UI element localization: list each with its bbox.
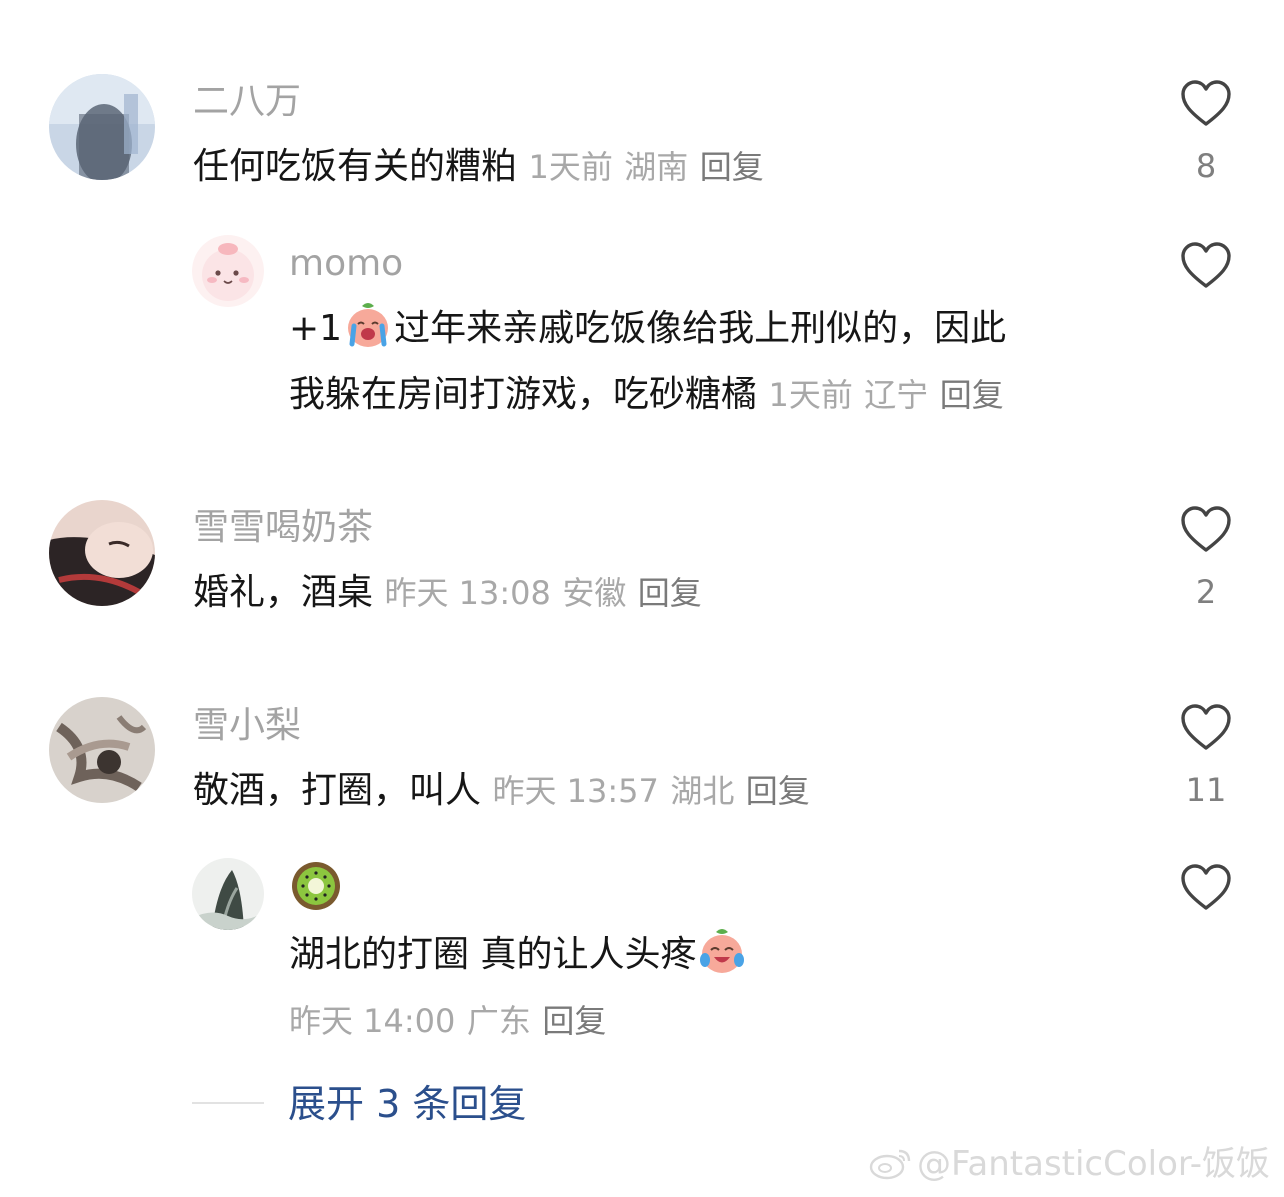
avatar[interactable]	[49, 74, 155, 180]
comment-meta-line: 昨天 14:00 广东 回复	[289, 988, 606, 1054]
like-button[interactable]: 2	[1170, 506, 1242, 612]
reply-button[interactable]: 回复	[638, 574, 702, 612]
crying-laughing-peach-emoji-icon	[700, 929, 745, 973]
reply-button[interactable]: 回复	[940, 376, 1004, 414]
comment-body: 婚礼，酒桌	[193, 572, 374, 613]
username[interactable]: 雪雪喝奶茶	[193, 506, 373, 550]
watermark-text: @FantasticColor-饭饭	[916, 1144, 1270, 1184]
comment-text: 婚礼，酒桌 昨天 13:08 安徽 回复	[193, 560, 702, 626]
comment-body: 敬酒，打圈，叫人	[193, 770, 482, 811]
comment-text: 敬酒，打圈，叫人 昨天 13:57 湖北 回复	[193, 758, 810, 824]
like-count: 8	[1195, 147, 1217, 185]
weibo-logo-icon	[869, 1149, 911, 1180]
heart-icon	[1181, 704, 1231, 750]
heart-icon	[1181, 242, 1231, 288]
expand-replies-button[interactable]: 展开 3 条回复	[288, 1080, 526, 1128]
comment-body: 我躲在房间打游戏，吃砂糖橘	[289, 374, 758, 415]
reply-button[interactable]: 回复	[542, 1002, 606, 1040]
comment-body-prefix: +1	[289, 308, 343, 349]
comment-location: 广东	[466, 1002, 531, 1040]
like-count: 11	[1185, 771, 1227, 809]
username[interactable]: 雪小梨	[193, 704, 301, 748]
divider	[192, 1102, 264, 1104]
reply-button[interactable]: 回复	[700, 148, 764, 186]
reply-button[interactable]: 回复	[746, 772, 810, 810]
like-button[interactable]	[1170, 242, 1242, 308]
comment-location: 安徽	[562, 574, 627, 612]
comment-time: 昨天 13:57	[492, 772, 659, 810]
like-count: 2	[1195, 573, 1217, 611]
comment-location: 湖南	[624, 148, 689, 186]
comment-text: 湖北的打圈 真的让人头疼	[289, 922, 748, 988]
comment-time: 1天前	[768, 376, 853, 414]
like-button[interactable]	[1170, 864, 1242, 930]
kiwi-icon	[290, 860, 342, 912]
watermark: @FantasticColor-饭饭	[869, 1142, 1270, 1186]
comment-body: 过年来亲戚吃饭像给我上刑似的，因此	[394, 308, 1007, 349]
crying-peach-emoji-icon	[348, 303, 389, 347]
comment-location: 湖北	[670, 772, 735, 810]
avatar[interactable]	[49, 500, 155, 606]
avatar[interactable]	[192, 858, 264, 930]
comment-time: 1天前	[528, 148, 613, 186]
username[interactable]: 二八万	[193, 80, 301, 124]
comment-body: 湖北的打圈 真的让人头疼	[289, 934, 697, 975]
comment-text: 任何吃饭有关的糟粕 1天前 湖南 回复	[193, 134, 764, 200]
avatar[interactable]	[49, 697, 155, 803]
like-button[interactable]: 8	[1170, 80, 1242, 186]
avatar[interactable]	[192, 235, 264, 307]
comment-text-line2: 我躲在房间打游戏，吃砂糖橘 1天前 辽宁 回复	[289, 362, 1004, 428]
heart-icon	[1181, 80, 1231, 126]
comment-body: 任何吃饭有关的糟粕	[193, 146, 518, 187]
heart-icon	[1181, 506, 1231, 552]
comment-text: +1 过年来亲戚吃饭像给我上刑似的，因此	[289, 296, 1006, 362]
comment-time: 昨天 13:08	[384, 574, 551, 612]
username[interactable]: momo	[289, 242, 403, 286]
heart-icon	[1181, 864, 1231, 910]
comment-time: 昨天 14:00	[289, 1002, 456, 1040]
like-button[interactable]: 11	[1170, 704, 1242, 810]
comment-location: 辽宁	[864, 376, 929, 414]
